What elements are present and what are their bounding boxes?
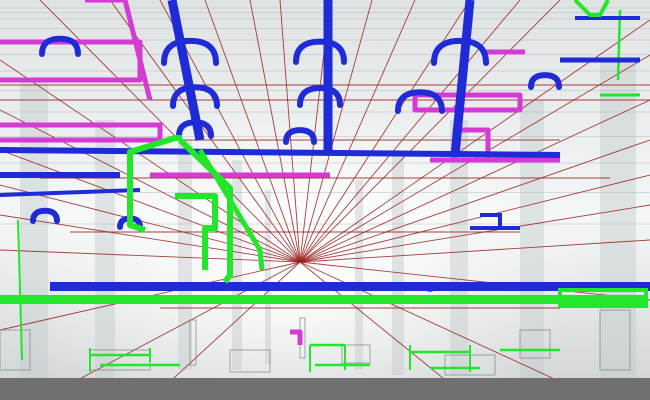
floor-band — [0, 378, 650, 400]
column-6 — [520, 100, 544, 380]
column-7 — [600, 60, 636, 380]
model-viewport[interactable] — [0, 0, 650, 400]
green-main-header — [0, 295, 648, 304]
column-9 — [355, 180, 363, 370]
column-1 — [95, 120, 115, 380]
mep-3d-scene — [0, 0, 650, 400]
column-3 — [232, 160, 242, 370]
